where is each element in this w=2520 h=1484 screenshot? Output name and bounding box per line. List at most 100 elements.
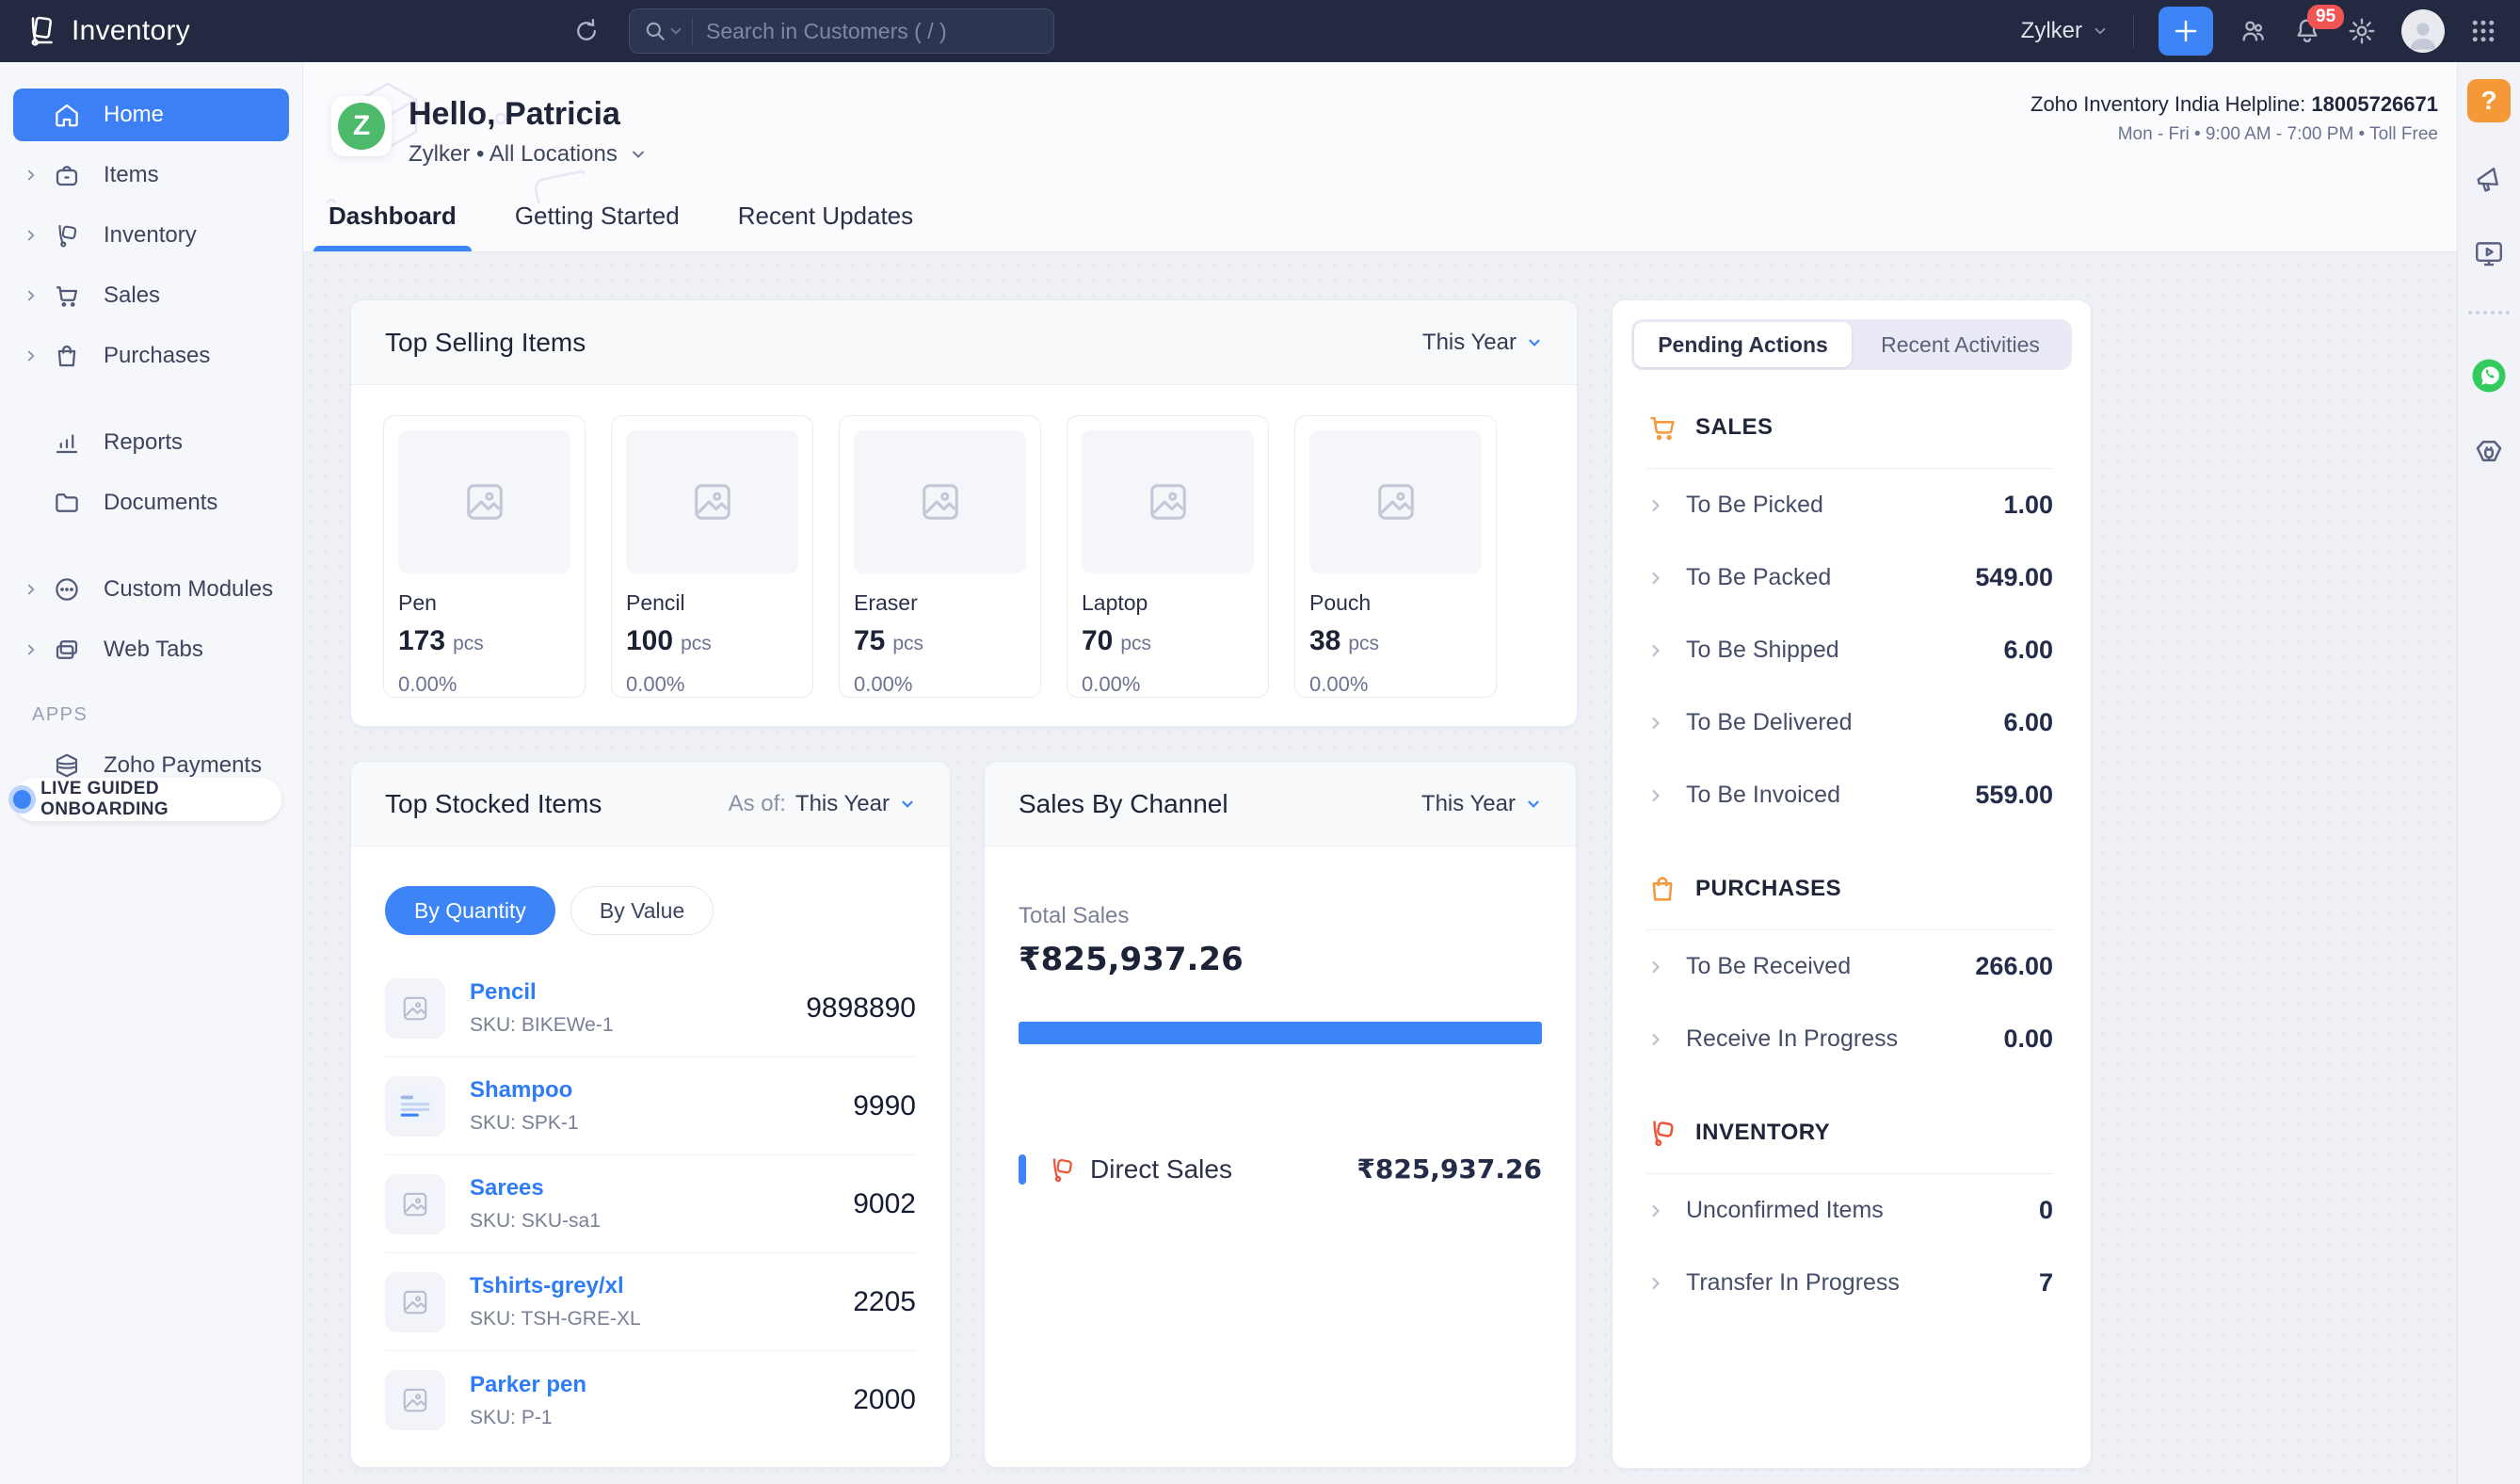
top-selling-item[interactable]: Pouch 38pcs 0.00%	[1294, 415, 1497, 698]
chevron-right-icon[interactable]	[23, 227, 47, 244]
sidebar-item-documents[interactable]: Documents	[13, 476, 289, 529]
quick-create-button[interactable]	[2159, 7, 2213, 56]
apps-grid-icon[interactable]	[2469, 17, 2497, 45]
range-label: This Year	[795, 791, 890, 817]
video-tutorials-icon[interactable]	[2473, 237, 2505, 269]
global-search[interactable]	[629, 8, 1054, 54]
product-thumbnail	[385, 1076, 445, 1137]
notifications-bell-icon[interactable]: 95	[2292, 16, 2322, 46]
chevron-right-icon[interactable]	[23, 347, 47, 364]
onboarding-dot-icon	[13, 790, 31, 809]
stocked-item-row: Tshirts-grey/xlSKU: TSH-GRE-XL 2205	[385, 1253, 916, 1351]
top-selling-item[interactable]: Laptop 70pcs 0.00%	[1067, 415, 1269, 698]
search-scope-chevron-icon[interactable]	[667, 23, 684, 40]
sidebar-item-sales[interactable]: Sales	[13, 269, 289, 322]
chevron-right-icon[interactable]	[23, 167, 47, 184]
chevron-right-icon	[1646, 496, 1665, 515]
item-link[interactable]: Sarees	[470, 1175, 601, 1202]
org-name: Zylker	[2021, 18, 2082, 44]
sidebar-item-label: Zoho Payments	[104, 752, 262, 779]
tab-getting-started[interactable]: Getting Started	[511, 202, 683, 251]
sales-channel-range-select[interactable]: This Year	[1421, 791, 1542, 817]
location-selector[interactable]: Zylker • All Locations	[409, 141, 648, 168]
pending-row[interactable]: To Be Delivered 6.00	[1646, 686, 2053, 759]
item-link[interactable]: Pencil	[470, 979, 614, 1006]
stocked-item-row: SareesSKU: SKU-sa1 9002	[385, 1155, 916, 1253]
chevron-right-icon[interactable]	[23, 581, 47, 598]
section-title: PURCHASES	[1695, 876, 1841, 902]
avatar[interactable]	[2401, 9, 2445, 53]
row-label: Transfer In Progress	[1686, 1269, 1900, 1297]
pending-row[interactable]: Receive In Progress 0.00	[1646, 1003, 2053, 1075]
row-label: To Be Invoiced	[1686, 782, 1840, 809]
item-unit: pcs	[453, 633, 484, 655]
image-placeholder-icon	[398, 430, 570, 573]
pending-row[interactable]: To Be Invoiced 559.00	[1646, 759, 2053, 831]
top-selling-item[interactable]: Eraser 75pcs 0.00%	[839, 415, 1041, 698]
sidebar-item-label: Sales	[104, 282, 160, 309]
row-value: 266.00	[1975, 952, 2053, 981]
top-selling-item[interactable]: Pen 173pcs 0.00%	[383, 415, 586, 698]
sidebar-item-label: Custom Modules	[104, 576, 273, 603]
card-title: Top Selling Items	[385, 328, 586, 358]
search-input[interactable]	[706, 19, 1040, 44]
pending-row[interactable]: To Be Picked 1.00	[1646, 469, 2053, 541]
item-name: Eraser	[854, 590, 1026, 616]
item-percent: 0.00%	[1309, 672, 1482, 697]
chevron-right-icon	[1646, 714, 1665, 733]
chevron-right-icon[interactable]	[23, 641, 47, 658]
sidebar-item-purchases[interactable]: Purchases	[13, 330, 289, 382]
item-link[interactable]: Shampoo	[470, 1077, 579, 1104]
sidebar-item-reports[interactable]: Reports	[13, 416, 289, 469]
pending-row[interactable]: Unconfirmed Items 0	[1646, 1174, 2053, 1247]
item-link[interactable]: Parker pen	[470, 1372, 586, 1398]
pending-row[interactable]: To Be Received 266.00	[1646, 930, 2053, 1003]
org-initial: Z	[338, 103, 385, 150]
by-value-toggle[interactable]: By Value	[570, 886, 714, 935]
item-link[interactable]: Tshirts-grey/xl	[470, 1273, 641, 1299]
top-stocked-items-card: Top Stocked Items As of: This Year By Qu…	[350, 761, 951, 1468]
item-unit: pcs	[892, 633, 923, 655]
folder-icon	[53, 489, 85, 517]
pending-actions-panel: Pending Actions Recent Activities SALES …	[1612, 299, 2092, 1469]
integrations-plug-icon[interactable]	[2472, 437, 2506, 471]
item-qty: 100	[626, 625, 673, 657]
pending-row[interactable]: Transfer In Progress 7	[1646, 1247, 2053, 1319]
row-value: 1.00	[2003, 491, 2053, 520]
sidebar-item-items[interactable]: Items	[13, 149, 289, 202]
live-guided-onboarding-button[interactable]: LIVE GUIDED ONBOARDING	[13, 778, 281, 821]
total-sales-value: ₹825,937.26	[1019, 941, 1542, 978]
cart-icon	[53, 282, 85, 310]
pending-row[interactable]: To Be Shipped 6.00	[1646, 614, 2053, 686]
settings-gear-icon[interactable]	[2347, 16, 2377, 46]
sidebar-item-custom-modules[interactable]: Custom Modules	[13, 563, 289, 616]
person-silhouette-icon	[2404, 15, 2442, 53]
chevron-right-icon[interactable]	[23, 287, 47, 304]
items-bag-icon	[53, 161, 85, 189]
tab-pending-actions[interactable]: Pending Actions	[1634, 322, 1852, 367]
help-button[interactable]: ?	[2467, 79, 2511, 122]
sidebar-item-home[interactable]: Home	[13, 89, 289, 141]
stocked-items-list: PencilSKU: BIKEWe-1 9898890 ShampooSKU: …	[351, 935, 950, 1449]
sidebar-item-web-tabs[interactable]: Web Tabs	[13, 623, 289, 676]
by-quantity-toggle[interactable]: By Quantity	[385, 886, 555, 935]
notification-badge: 95	[2307, 5, 2344, 29]
item-sku: SKU: P-1	[470, 1407, 586, 1429]
top-selling-item[interactable]: Pencil 100pcs 0.00%	[611, 415, 813, 698]
announcements-megaphone-icon[interactable]	[2473, 164, 2505, 196]
refresh-icon[interactable]	[572, 17, 601, 45]
tab-recent-activities[interactable]: Recent Activities	[1852, 322, 2069, 367]
tab-dashboard[interactable]: Dashboard	[325, 202, 460, 251]
tab-recent-updates[interactable]: Recent Updates	[734, 202, 917, 251]
sidebar-item-label: Inventory	[104, 222, 197, 249]
org-switcher[interactable]: Zylker	[2021, 18, 2109, 44]
users-icon[interactable]	[2238, 16, 2268, 46]
pending-row[interactable]: To Be Packed 549.00	[1646, 541, 2053, 614]
top-stocked-range-select[interactable]: As of: This Year	[729, 791, 916, 817]
range-label: This Year	[1422, 330, 1517, 356]
top-selling-range-select[interactable]: This Year	[1422, 330, 1543, 356]
whatsapp-icon[interactable]	[2469, 356, 2509, 395]
app-logo[interactable]: Inventory	[0, 14, 303, 48]
sidebar-item-inventory[interactable]: Inventory	[13, 209, 289, 262]
shopping-bag-icon	[53, 342, 85, 370]
